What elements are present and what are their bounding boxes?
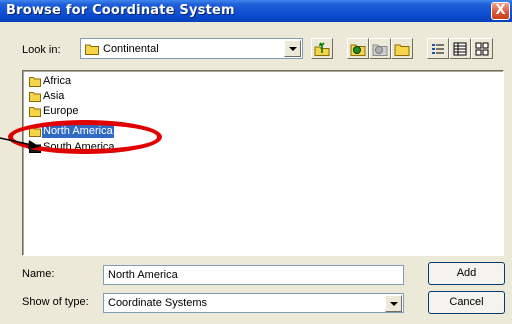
list-item-label: Asia <box>43 90 65 102</box>
thumbnails-view-icon <box>475 42 489 56</box>
arrow-pointer <box>0 137 40 149</box>
type-label: Show of type: <box>22 296 89 308</box>
look-in-label: Look in: <box>22 44 61 56</box>
chevron-down-icon[interactable] <box>385 295 402 312</box>
browse-dialog: Browse for Coordinate System X Look in: … <box>0 0 512 324</box>
name-value: North America <box>108 269 178 281</box>
details-view-button[interactable] <box>449 38 471 59</box>
list-view-button[interactable] <box>427 38 449 59</box>
list-item-label: Europe <box>43 105 79 117</box>
add-button[interactable]: Add <box>428 262 505 285</box>
new-folder-button[interactable] <box>391 38 413 59</box>
up-one-level-icon <box>314 42 330 56</box>
title-bar[interactable]: Browse for Coordinate System X <box>0 0 512 22</box>
disconnect-folder-button[interactable] <box>369 38 391 59</box>
type-dropdown[interactable]: Coordinate Systems <box>103 293 404 313</box>
up-one-level-button[interactable] <box>311 38 333 59</box>
close-button[interactable]: X <box>491 2 510 20</box>
look-in-dropdown[interactable]: Continental <box>80 38 303 59</box>
file-list[interactable]: Africa Asia Europe North America South A… <box>22 70 504 256</box>
folder-icon <box>29 77 41 87</box>
details-view-icon <box>453 42 467 56</box>
folder-icon <box>29 92 41 102</box>
look-in-value: Continental <box>103 43 159 55</box>
new-folder-icon <box>394 44 410 56</box>
type-value: Coordinate Systems <box>108 297 208 309</box>
disconnect-folder-icon <box>372 44 388 56</box>
cancel-button[interactable]: Cancel <box>428 291 505 314</box>
connect-folder-button[interactable] <box>347 38 369 59</box>
connect-folder-icon <box>350 44 366 56</box>
close-icon: X <box>495 3 506 18</box>
list-item-label: Africa <box>43 75 72 87</box>
chevron-down-icon[interactable] <box>284 40 301 57</box>
name-label: Name: <box>22 268 55 280</box>
folder-icon <box>29 107 41 117</box>
folder-icon <box>85 44 99 55</box>
name-input[interactable]: North America <box>103 265 404 285</box>
thumbnails-view-button[interactable] <box>471 38 493 59</box>
dialog-title: Browse for Coordinate System <box>6 3 235 18</box>
list-view-icon <box>432 44 444 54</box>
